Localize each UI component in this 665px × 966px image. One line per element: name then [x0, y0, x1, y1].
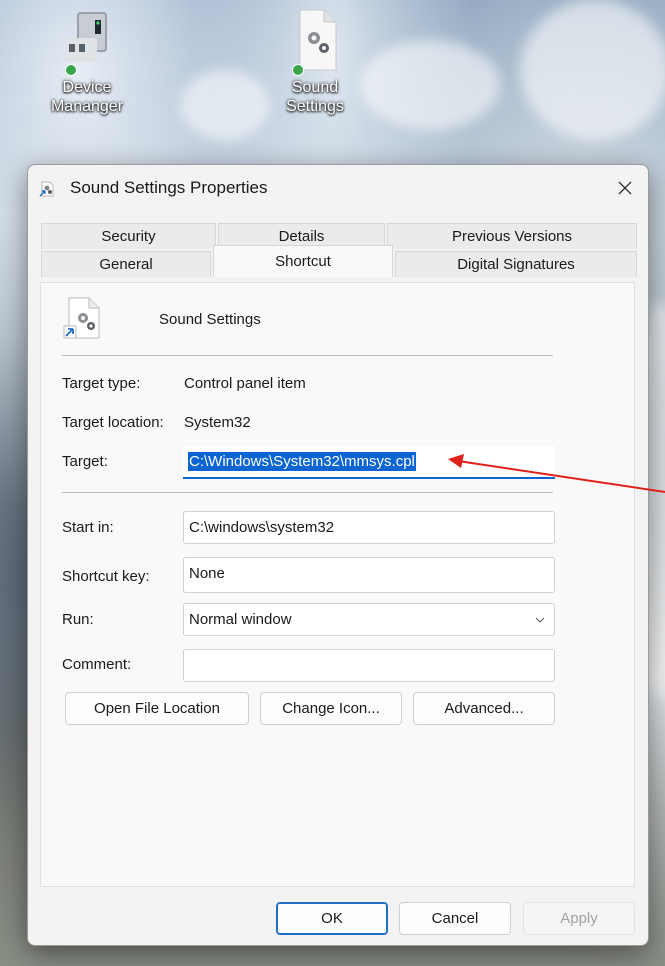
tab-digital-signatures[interactable]: Digital Signatures: [395, 251, 637, 277]
device-manager-icon: [59, 8, 115, 76]
tab-previous-versions[interactable]: Previous Versions: [387, 223, 637, 249]
target-type-label: Target type:: [62, 375, 141, 392]
apply-button[interactable]: Apply: [523, 902, 635, 935]
shortcut-settings-icon: [39, 181, 55, 197]
dialog-title: Sound Settings Properties: [70, 178, 268, 197]
desktop-icon-sound-settings[interactable]: Sound Settings: [270, 8, 360, 116]
target-location-label: Target location:: [62, 414, 164, 431]
target-type-value: Control panel item: [184, 375, 306, 392]
status-check-icon: [65, 64, 77, 76]
target-value: C:\Windows\System32\mmsys.cpl: [188, 452, 416, 471]
comment-field[interactable]: [183, 649, 555, 682]
shortcut-large-icon: [63, 296, 103, 340]
target-label: Target:: [62, 453, 108, 470]
title-bar[interactable]: Sound Settings Properties: [28, 165, 648, 211]
frost-blob: [520, 0, 665, 140]
run-select[interactable]: Normal window: [183, 603, 555, 636]
shortcut-tab-panel: Sound Settings Target type: Control pane…: [40, 282, 635, 887]
change-icon-button[interactable]: Change Icon...: [260, 692, 402, 725]
cancel-button[interactable]: Cancel: [399, 902, 511, 935]
run-value: Normal window: [189, 611, 292, 628]
comment-label: Comment:: [62, 656, 132, 673]
sound-settings-shortcut-icon: [290, 8, 340, 76]
shortcut-key-label: Shortcut key:: [62, 568, 150, 585]
desktop-icon-label: Sound: [291, 79, 339, 96]
desktop-icon-label: Mananger: [50, 98, 124, 115]
annotation-arrow: [448, 454, 665, 493]
shortcut-key-field[interactable]: None: [183, 557, 555, 593]
tab-security[interactable]: Security: [41, 223, 216, 249]
run-label: Run:: [62, 611, 94, 628]
chevron-down-icon: [535, 617, 545, 623]
close-button[interactable]: [602, 165, 648, 211]
tab-shortcut[interactable]: Shortcut: [213, 245, 393, 277]
tab-general[interactable]: General: [41, 251, 211, 277]
shortcut-name: Sound Settings: [159, 311, 261, 328]
frost-blob: [180, 70, 270, 140]
advanced-button[interactable]: Advanced...: [413, 692, 555, 725]
desktop-icon-device-manager[interactable]: Device Mananger: [42, 8, 132, 116]
start-in-label: Start in:: [62, 519, 114, 536]
status-check-icon: [292, 64, 304, 76]
open-file-location-button[interactable]: Open File Location: [65, 692, 249, 725]
target-location-value: System32: [184, 414, 251, 431]
start-in-field[interactable]: C:\windows\system32: [183, 511, 555, 544]
tab-row-front: General Shortcut Digital Signatures: [41, 245, 639, 277]
close-icon: [618, 181, 632, 195]
properties-dialog: Sound Settings Properties Security Detai…: [27, 164, 649, 946]
desktop-icon-label: Device: [62, 79, 112, 96]
desktop-icon-label: Settings: [286, 98, 344, 115]
divider: [62, 355, 553, 356]
frost-blob: [360, 40, 500, 130]
ok-button[interactable]: OK: [276, 902, 388, 935]
